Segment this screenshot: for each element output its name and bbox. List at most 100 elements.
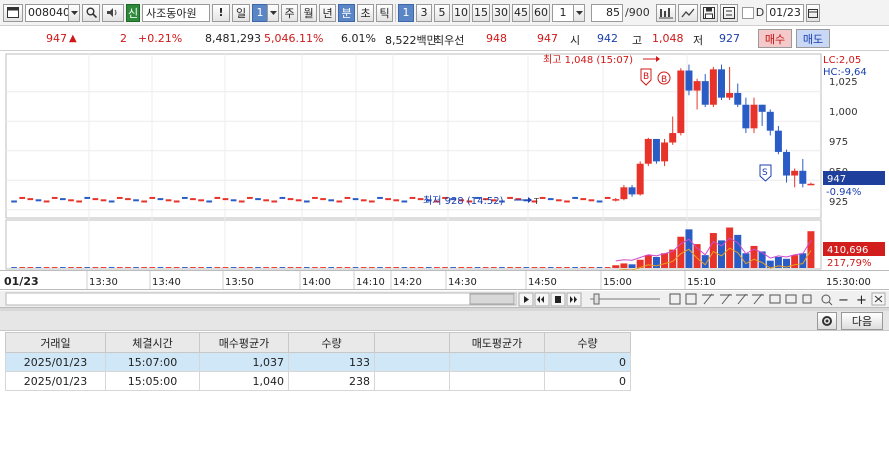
candle[interactable] [693,81,701,91]
buy-button[interactable]: 매수 [758,29,792,48]
candle[interactable] [701,81,709,105]
date-input[interactable]: 01/23 [766,3,805,22]
candle[interactable] [750,104,758,129]
print-icon[interactable] [785,294,797,304]
candle[interactable] [799,170,807,184]
candle[interactable] [758,104,766,112]
search-icon[interactable] [82,3,100,22]
time-tick-label: 15:00 [603,277,632,288]
zoom-slider-handle[interactable] [593,293,600,305]
col-buy-avg[interactable]: 매수평균가 [199,332,289,353]
candle[interactable] [628,187,636,195]
chart-scrollbar-thumb[interactable] [469,293,515,305]
candle[interactable] [620,187,628,200]
table-row[interactable]: 2025/01/23 15:07:00 1,037 133 0 [5,352,631,372]
cell-buy-qty: 133 [288,352,375,372]
calendar-icon[interactable] [806,3,821,22]
interval-3-button[interactable]: 3 [416,3,432,22]
period-week-button[interactable]: 주 [281,3,298,22]
candle[interactable] [766,111,774,131]
price-volume-chart[interactable]: 1,025 1,000 975 950 925 LC:2,05 HC:-9,64… [0,52,889,272]
candle-flat [580,198,587,201]
date-checkbox[interactable] [741,6,754,19]
candle[interactable] [612,199,620,201]
fast-forward-icon[interactable] [566,292,582,307]
stop-icon[interactable] [550,292,566,307]
zoom-in-icon[interactable]: + [856,293,867,308]
alert-button[interactable]: ! [212,3,230,22]
candle[interactable] [644,138,652,164]
col-sell-avg[interactable]: 매도평균가 [449,332,545,353]
stock-code-input[interactable]: 008040 [25,3,70,22]
period-num-field[interactable]: 1 [252,3,268,22]
col-buy-qty[interactable]: 수량 [288,332,375,353]
interval-dropdown-arrow[interactable] [573,3,585,22]
draw-line-icon[interactable] [677,3,698,22]
col-trade-date[interactable]: 거래일 [5,332,106,353]
candle[interactable] [807,183,815,186]
candle[interactable] [677,70,685,134]
col-blank[interactable] [374,332,450,353]
rewind-icon[interactable] [534,292,550,307]
code-dropdown-arrow[interactable] [68,3,80,22]
price-label-975: 975 [829,137,848,148]
reset-zoom-icon[interactable] [871,292,886,306]
candle[interactable] [717,69,725,98]
interval-10-button[interactable]: 10 [452,3,470,22]
window-icon[interactable] [3,3,23,22]
interval-5-button[interactable]: 5 [434,3,450,22]
period-dropdown-arrow[interactable] [267,3,279,22]
angle-tool-icon[interactable] [752,293,764,305]
period-second-button[interactable]: 초 [357,3,374,22]
settings-small-icon[interactable] [802,294,812,304]
zoom-search-icon[interactable] [821,294,831,304]
candle[interactable] [783,151,791,176]
candle[interactable] [726,92,734,98]
volume-bar-flat [60,267,66,268]
interval-30-button[interactable]: 30 [492,3,510,22]
settings-panel-icon[interactable] [719,3,738,22]
period-tick-button[interactable]: 틱 [376,3,393,22]
table-row[interactable]: 2025/01/23 15:05:00 1,040 238 0 [5,371,631,391]
candle[interactable] [652,138,660,162]
candle[interactable] [709,69,717,105]
sell-button[interactable]: 매도 [796,29,830,48]
col-exec-time[interactable]: 체결시간 [105,332,200,353]
channel-tool-icon[interactable] [736,293,748,305]
scroll-right-icon[interactable] [518,292,534,307]
next-button[interactable]: 다음 [841,312,883,330]
interval-1-button[interactable]: 1 [398,3,414,22]
gear-icon[interactable] [817,312,837,330]
cell-sell-qty: 0 [544,371,631,391]
chart-scrollbar-track[interactable] [5,292,517,306]
period-year-button[interactable]: 년 [319,3,336,22]
trendline-tool-icon[interactable] [702,293,714,305]
capture-icon[interactable] [769,294,781,304]
fib-tool-icon[interactable] [720,293,732,305]
candle[interactable] [669,133,677,143]
layout-grid-icon[interactable] [669,293,681,305]
candle[interactable] [636,163,644,195]
period-minute-button[interactable]: 분 [338,3,355,22]
candle[interactable] [742,104,750,129]
speaker-icon[interactable] [102,3,124,22]
chart-tools-icon[interactable] [655,3,676,22]
interval-select[interactable]: 1 [552,3,574,22]
zoom-out-icon[interactable]: − [838,293,849,308]
candle[interactable] [734,92,742,105]
stock-name-field[interactable]: 사조동아원 [142,3,210,22]
candle[interactable] [685,70,693,91]
interval-60-button[interactable]: 60 [532,3,550,22]
candle[interactable] [791,170,799,176]
interval-15-button[interactable]: 15 [472,3,490,22]
period-day-button[interactable]: 일 [232,3,250,22]
candle[interactable] [774,130,782,152]
save-icon[interactable] [699,3,718,22]
col-sell-qty[interactable]: 수량 [544,332,631,353]
interval-45-button[interactable]: 45 [512,3,530,22]
layout-split-icon[interactable] [685,293,697,305]
count-input[interactable]: 85 [591,3,623,22]
period-month-button[interactable]: 월 [300,3,317,22]
candle[interactable] [661,142,669,162]
chart-area[interactable]: 1,025 1,000 975 950 925 LC:2,05 HC:-9,64… [0,52,889,290]
